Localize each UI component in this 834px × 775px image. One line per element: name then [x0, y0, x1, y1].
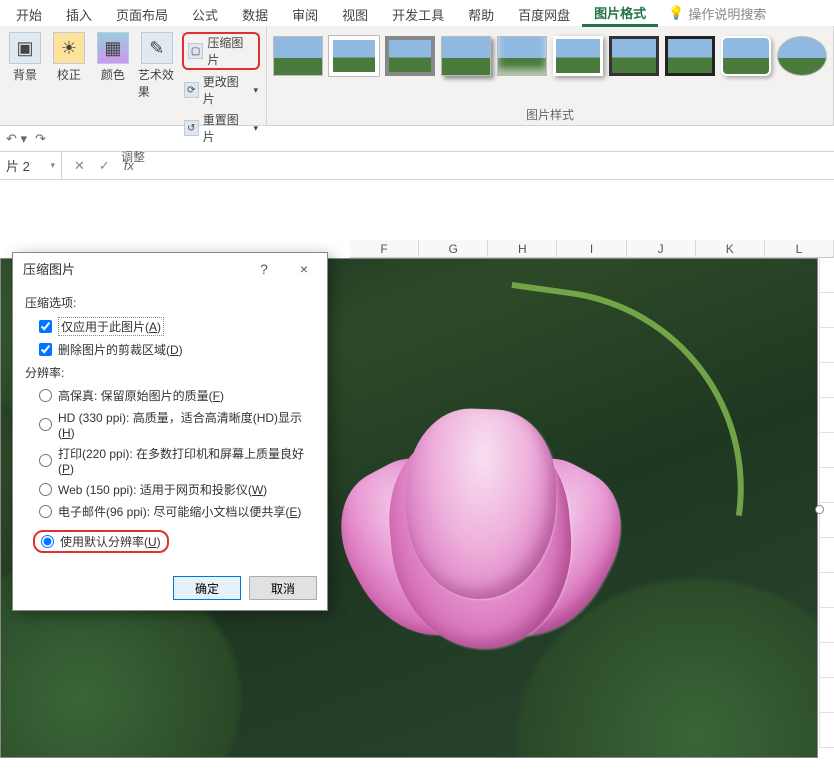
radio-hd[interactable]: HD (330 ppi): 高质量，适合高清晰度(HD)显示(H) [39, 409, 315, 440]
ribbon: ▣ 背景 ☀ 校正 ▦ 颜色 ✎ 艺术效果 ▢ 压缩图片 ⟳ [0, 26, 834, 126]
fx-icon[interactable]: fx [124, 158, 134, 173]
column-headers: F G H I J K L [350, 240, 834, 258]
tab-page-layout[interactable]: 页面布局 [104, 1, 180, 26]
chk-apply-this-picture[interactable]: 仅应用于此图片(A) [39, 317, 315, 336]
col-F[interactable]: F [350, 240, 419, 258]
resize-handle[interactable] [815, 505, 824, 514]
col-G[interactable]: G [419, 240, 488, 258]
dialog-titlebar[interactable]: 压缩图片 ? × [13, 253, 327, 284]
ok-button[interactable]: 确定 [173, 576, 241, 600]
col-H[interactable]: H [488, 240, 557, 258]
corrections-icon: ☀ [53, 32, 85, 64]
remove-bg-button[interactable]: ▣ 背景 [6, 30, 44, 146]
corrections-button[interactable]: ☀ 校正 [50, 30, 88, 146]
change-picture-button[interactable]: ⟳ 更改图片▾ [182, 72, 260, 108]
tab-data[interactable]: 数据 [230, 1, 280, 26]
pic-style-2[interactable] [329, 36, 379, 76]
dialog-title: 压缩图片 [23, 259, 75, 278]
group-picture-styles: 图片样式 [267, 26, 834, 125]
artistic-icon: ✎ [141, 32, 173, 64]
grid-right [819, 258, 834, 775]
chk-apply-input[interactable] [39, 320, 52, 333]
tab-home[interactable]: 开始 [4, 1, 54, 26]
group-styles-label: 图片样式 [273, 104, 827, 125]
chk-crop-input[interactable] [39, 343, 52, 356]
dialog-close-icon[interactable]: × [289, 261, 319, 277]
col-L[interactable]: L [765, 240, 834, 258]
reset-picture-button[interactable]: ↺ 重置图片▾ [182, 110, 260, 146]
pic-style-3[interactable] [385, 36, 435, 76]
chk-delete-crop[interactable]: 删除图片的剪裁区域(D) [39, 341, 315, 358]
tab-baidu[interactable]: 百度网盘 [506, 1, 582, 26]
group-adjust: ▣ 背景 ☀ 校正 ▦ 颜色 ✎ 艺术效果 ▢ 压缩图片 ⟳ [0, 26, 267, 125]
reset-icon: ↺ [184, 120, 199, 136]
accept-formula-icon[interactable]: ✓ [99, 158, 110, 174]
undo-icon[interactable]: ↶ ▾ [6, 131, 27, 147]
radio-email[interactable]: 电子邮件(96 ppi): 尽可能缩小文档以便共享(E) [39, 503, 315, 520]
cancel-button[interactable]: 取消 [249, 576, 317, 600]
resolution-label: 分辨率: [25, 364, 315, 381]
col-J[interactable]: J [627, 240, 696, 258]
col-K[interactable]: K [696, 240, 765, 258]
compress-icon: ▢ [188, 43, 204, 59]
pic-style-6[interactable] [553, 36, 603, 76]
pic-style-1[interactable] [273, 36, 323, 76]
remove-bg-icon: ▣ [9, 32, 41, 64]
bulb-icon: 💡 [668, 5, 684, 21]
tab-view[interactable]: 视图 [330, 1, 380, 26]
pic-style-5[interactable] [497, 36, 547, 76]
pic-style-8[interactable] [665, 36, 715, 76]
radio-web[interactable]: Web (150 ppi): 适用于网页和投影仪(W) [39, 481, 315, 498]
artistic-button[interactable]: ✎ 艺术效果 [138, 30, 176, 146]
redo-icon[interactable]: ↷ [35, 131, 46, 147]
tab-help[interactable]: 帮助 [456, 1, 506, 26]
radio-hifi[interactable]: 高保真: 保留原始图片的质量(F) [39, 387, 315, 404]
col-I[interactable]: I [557, 240, 626, 258]
radio-default[interactable]: 使用默认分辨率(U) [33, 530, 169, 553]
cancel-formula-icon[interactable]: ✕ [74, 158, 85, 174]
dialog-help-icon[interactable]: ? [249, 261, 279, 277]
tab-review[interactable]: 审阅 [280, 1, 330, 26]
color-button[interactable]: ▦ 颜色 [94, 30, 132, 146]
ribbon-tabstrip: 开始 插入 页面布局 公式 数据 审阅 视图 开发工具 帮助 百度网盘 图片格式… [0, 0, 834, 26]
tab-picture-format[interactable]: 图片格式 [582, 0, 658, 27]
radio-print[interactable]: 打印(220 ppi): 在多数打印机和屏幕上质量良好(P) [39, 445, 315, 476]
tab-formulas[interactable]: 公式 [180, 1, 230, 26]
compress-picture-button[interactable]: ▢ 压缩图片 [182, 32, 260, 70]
compress-options-label: 压缩选项: [25, 294, 315, 311]
pic-style-9[interactable] [721, 36, 771, 76]
pic-style-4[interactable] [441, 36, 491, 76]
compress-pictures-dialog: 压缩图片 ? × 压缩选项: 仅应用于此图片(A) 删除图片的剪裁区域(D) 分… [12, 252, 328, 611]
name-box[interactable]: 片 2▾ [0, 152, 62, 179]
tab-developer[interactable]: 开发工具 [380, 1, 456, 26]
tell-me[interactable]: 💡 操作说明搜索 [668, 4, 766, 23]
change-icon: ⟳ [184, 82, 199, 98]
pic-style-10[interactable] [777, 36, 827, 76]
tab-insert[interactable]: 插入 [54, 1, 104, 26]
tell-me-label: 操作说明搜索 [688, 4, 766, 23]
color-icon: ▦ [97, 32, 129, 64]
pic-style-7[interactable] [609, 36, 659, 76]
